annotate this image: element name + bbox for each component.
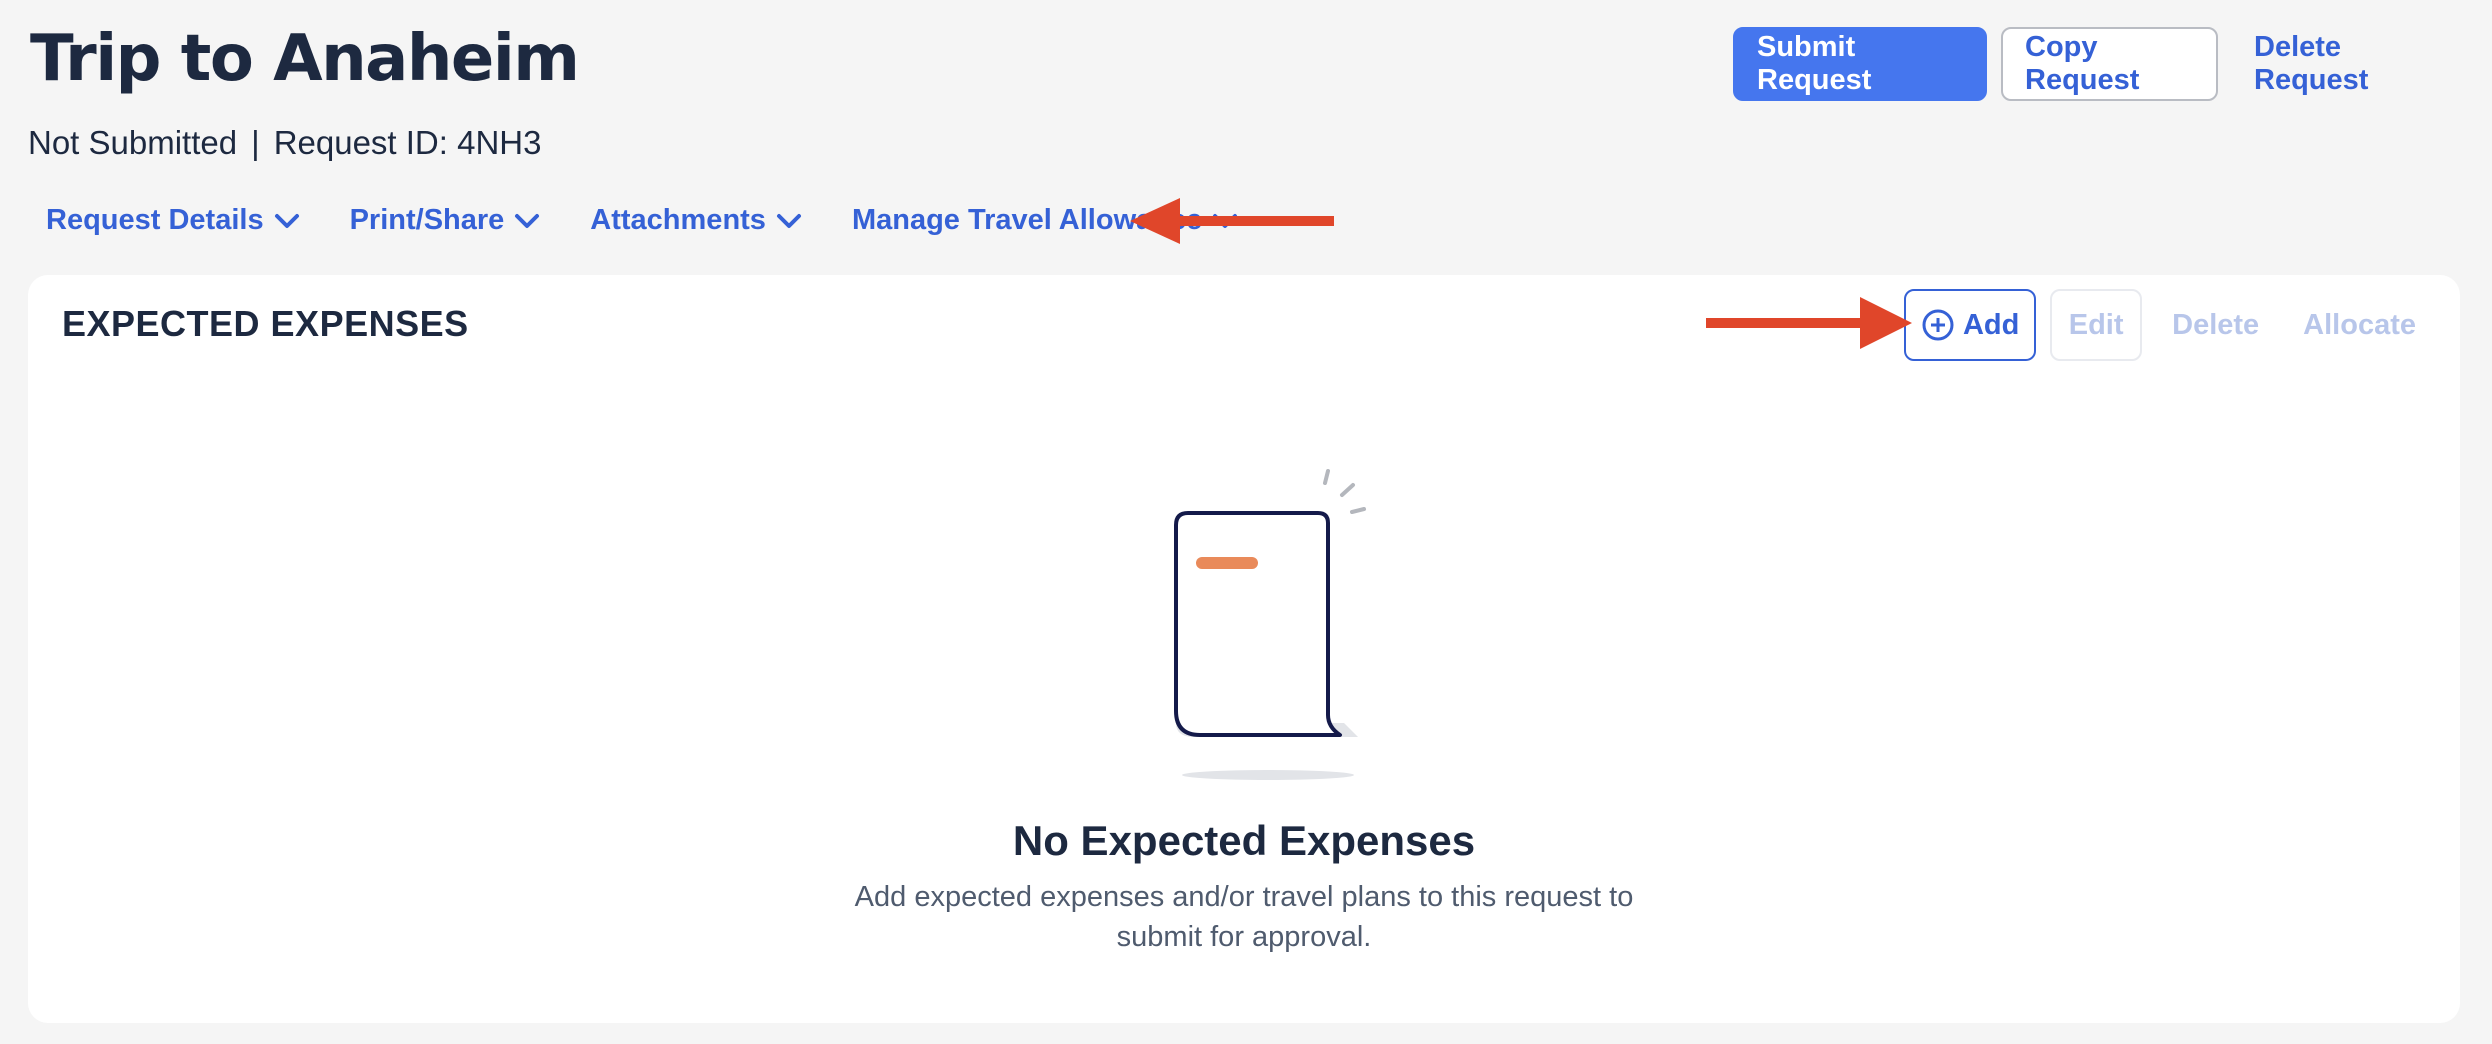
request-menu: Request Details Print/Share Attachments … xyxy=(46,204,1288,237)
chevron-down-icon xyxy=(776,213,801,228)
page-title: Trip to Anaheim xyxy=(30,22,580,96)
copy-request-button[interactable]: Copy Request xyxy=(2001,27,2218,101)
add-expense-button[interactable]: Add xyxy=(1904,289,2037,361)
chevron-down-icon xyxy=(515,213,540,228)
section-title: EXPECTED EXPENSES xyxy=(62,303,469,344)
request-status-line: Not Submitted | Request ID: 4NH3 xyxy=(28,124,541,162)
menu-label: Request Details xyxy=(46,204,264,236)
chevron-down-icon xyxy=(274,213,299,228)
allocate-expense-button[interactable]: Allocate xyxy=(2289,289,2430,361)
plus-circle-icon xyxy=(1922,309,1954,341)
submit-request-button[interactable]: Submit Request xyxy=(1733,27,1987,101)
empty-document-illustration-icon xyxy=(1174,469,1366,780)
header-actions: Submit Request Copy Request Delete Reque… xyxy=(1733,27,2452,101)
menu-label: Print/Share xyxy=(349,204,505,236)
annotation-arrow-left-icon xyxy=(1130,198,1334,244)
delete-expense-button[interactable]: Delete xyxy=(2158,289,2273,361)
menu-attachments[interactable]: Attachments xyxy=(590,204,802,237)
delete-request-button[interactable]: Delete Request xyxy=(2232,27,2452,101)
empty-state-title: No Expected Expenses xyxy=(1012,817,1476,864)
menu-label: Attachments xyxy=(590,204,766,236)
request-id: Request ID: 4NH3 xyxy=(273,124,542,161)
edit-expense-button[interactable]: Edit xyxy=(2050,289,2143,361)
request-status: Not Submitted xyxy=(28,124,238,161)
expense-actions: Add Edit Delete Allocate xyxy=(1904,289,2430,361)
add-label: Add xyxy=(1962,308,2020,341)
separator: | xyxy=(251,124,260,161)
empty-state-description: Add expected expenses and/or travel plan… xyxy=(854,881,1634,953)
menu-request-details[interactable]: Request Details xyxy=(46,204,300,237)
expected-expenses-card: EXPECTED EXPENSES Add Edit Delete Alloca… xyxy=(28,275,2460,1023)
annotation-arrow-right-icon xyxy=(1706,297,1912,349)
menu-print-share[interactable]: Print/Share xyxy=(350,204,541,237)
